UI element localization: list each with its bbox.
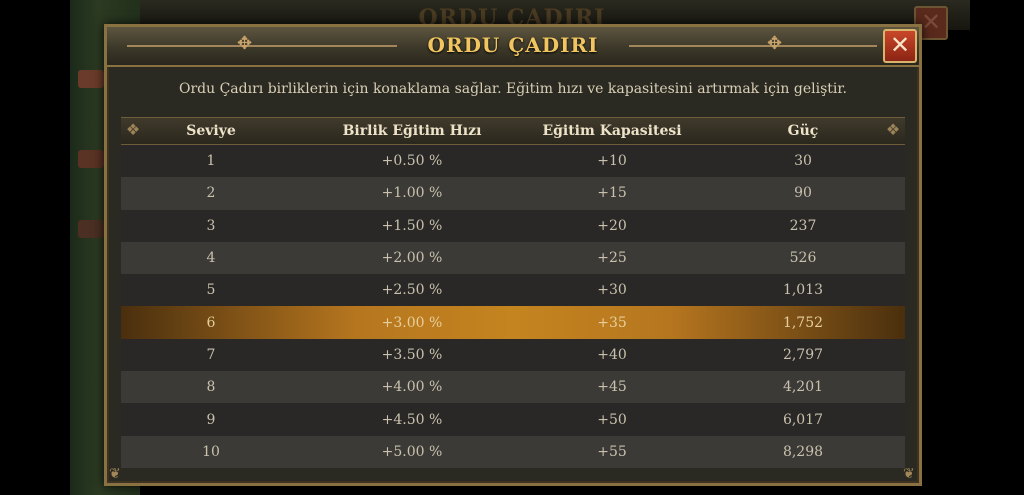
cell-level: 1 [206, 153, 216, 170]
cell-level: 10 [202, 443, 220, 460]
table-row: 3 +1.50 % +20 237 [121, 209, 905, 242]
cell-level: 2 [206, 185, 216, 202]
close-icon: ✕ [889, 31, 911, 59]
table-row: 2 +1.00 % +15 90 [121, 177, 905, 210]
table-row: 9 +4.50 % +50 6,017 [121, 403, 905, 436]
table-row: 4 +2.00 % +25 526 [121, 241, 905, 275]
cell-training-capacity: +35 [597, 314, 627, 331]
cell-training-speed: +4.50 % [381, 411, 443, 428]
cell-power: 1,013 [782, 282, 824, 299]
cell-level: 5 [206, 282, 216, 299]
table-row: 7 +3.50 % +40 2,797 [121, 338, 905, 372]
header-ornament-icon: ❖ [885, 120, 901, 139]
cell-training-speed: +3.50 % [381, 346, 443, 363]
cell-training-speed: +2.00 % [381, 250, 443, 267]
cell-training-capacity: +20 [597, 217, 627, 234]
cell-level: 8 [206, 379, 216, 396]
cell-training-speed: +1.50 % [381, 217, 443, 234]
column-header-training-speed: Birlik Eğitim Hızı [342, 123, 482, 139]
cell-training-capacity: +25 [597, 250, 627, 267]
building-sprite [78, 150, 104, 168]
cell-level: 9 [206, 411, 216, 428]
cell-power: 4,201 [782, 379, 824, 396]
cell-power: 237 [789, 217, 817, 234]
close-button[interactable]: ✕ [883, 29, 917, 63]
table-row: 5 +2.50 % +30 1,013 [121, 274, 905, 307]
header-ornament-icon: ❖ [125, 120, 141, 139]
building-sprite [78, 70, 104, 88]
table-row: 8 +4.00 % +45 4,201 [121, 371, 905, 404]
table-row-current-level: 6 +3.00 % +35 1,752 [121, 306, 905, 339]
cell-power: 90 [794, 185, 812, 202]
cell-training-capacity: +30 [597, 282, 627, 299]
cell-training-speed: +0.50 % [381, 153, 443, 170]
dialog-description: Ordu Çadırı birliklerin için konaklama s… [179, 81, 847, 97]
column-header-power: Güç [787, 123, 819, 139]
army-tent-dialog: ✥ ✥ ORDU ÇADIRI ✕ Ordu Çadırı birlikleri… [104, 24, 922, 486]
title-bar: ✥ ✥ ORDU ÇADIRI ✕ [107, 27, 919, 67]
table-row: 1 +0.50 % +10 30 [121, 145, 905, 178]
cell-power: 1,752 [782, 314, 824, 331]
cell-training-speed: +5.00 % [381, 443, 443, 460]
cell-training-capacity: +45 [597, 379, 627, 396]
column-header-level: Seviye [186, 123, 236, 139]
cell-training-capacity: +15 [597, 185, 627, 202]
level-table: ❖ ❖ Seviye Birlik Eğitim Hızı Eğitim Kap… [121, 117, 905, 469]
cell-training-speed: +4.00 % [381, 379, 443, 396]
cell-level: 7 [206, 346, 216, 363]
cell-training-speed: +1.00 % [381, 185, 443, 202]
cell-training-capacity: +50 [597, 411, 627, 428]
building-sprite [78, 220, 104, 238]
cell-level: 3 [206, 217, 216, 234]
cell-power: 2,797 [782, 346, 824, 363]
table-header: ❖ ❖ Seviye Birlik Eğitim Hızı Eğitim Kap… [121, 117, 905, 145]
cell-power: 30 [794, 153, 812, 170]
table-row: 10 +5.00 % +55 8,298 [121, 435, 905, 468]
cell-training-capacity: +55 [597, 443, 627, 460]
cell-power: 6,017 [782, 411, 824, 428]
column-header-training-capacity: Eğitim Kapasitesi [542, 123, 682, 139]
cell-level: 6 [206, 314, 216, 331]
cell-training-speed: +3.00 % [381, 314, 443, 331]
cell-power: 8,298 [782, 443, 824, 460]
corner-ornament-icon: ❦ [903, 466, 915, 482]
cell-power: 526 [789, 250, 817, 267]
dialog-title: ORDU ÇADIRI [427, 33, 599, 57]
corner-ornament-icon: ❦ [109, 466, 121, 482]
cell-training-capacity: +10 [597, 153, 627, 170]
cell-training-speed: +2.50 % [381, 282, 443, 299]
cell-training-capacity: +40 [597, 346, 627, 363]
cell-level: 4 [206, 250, 216, 267]
